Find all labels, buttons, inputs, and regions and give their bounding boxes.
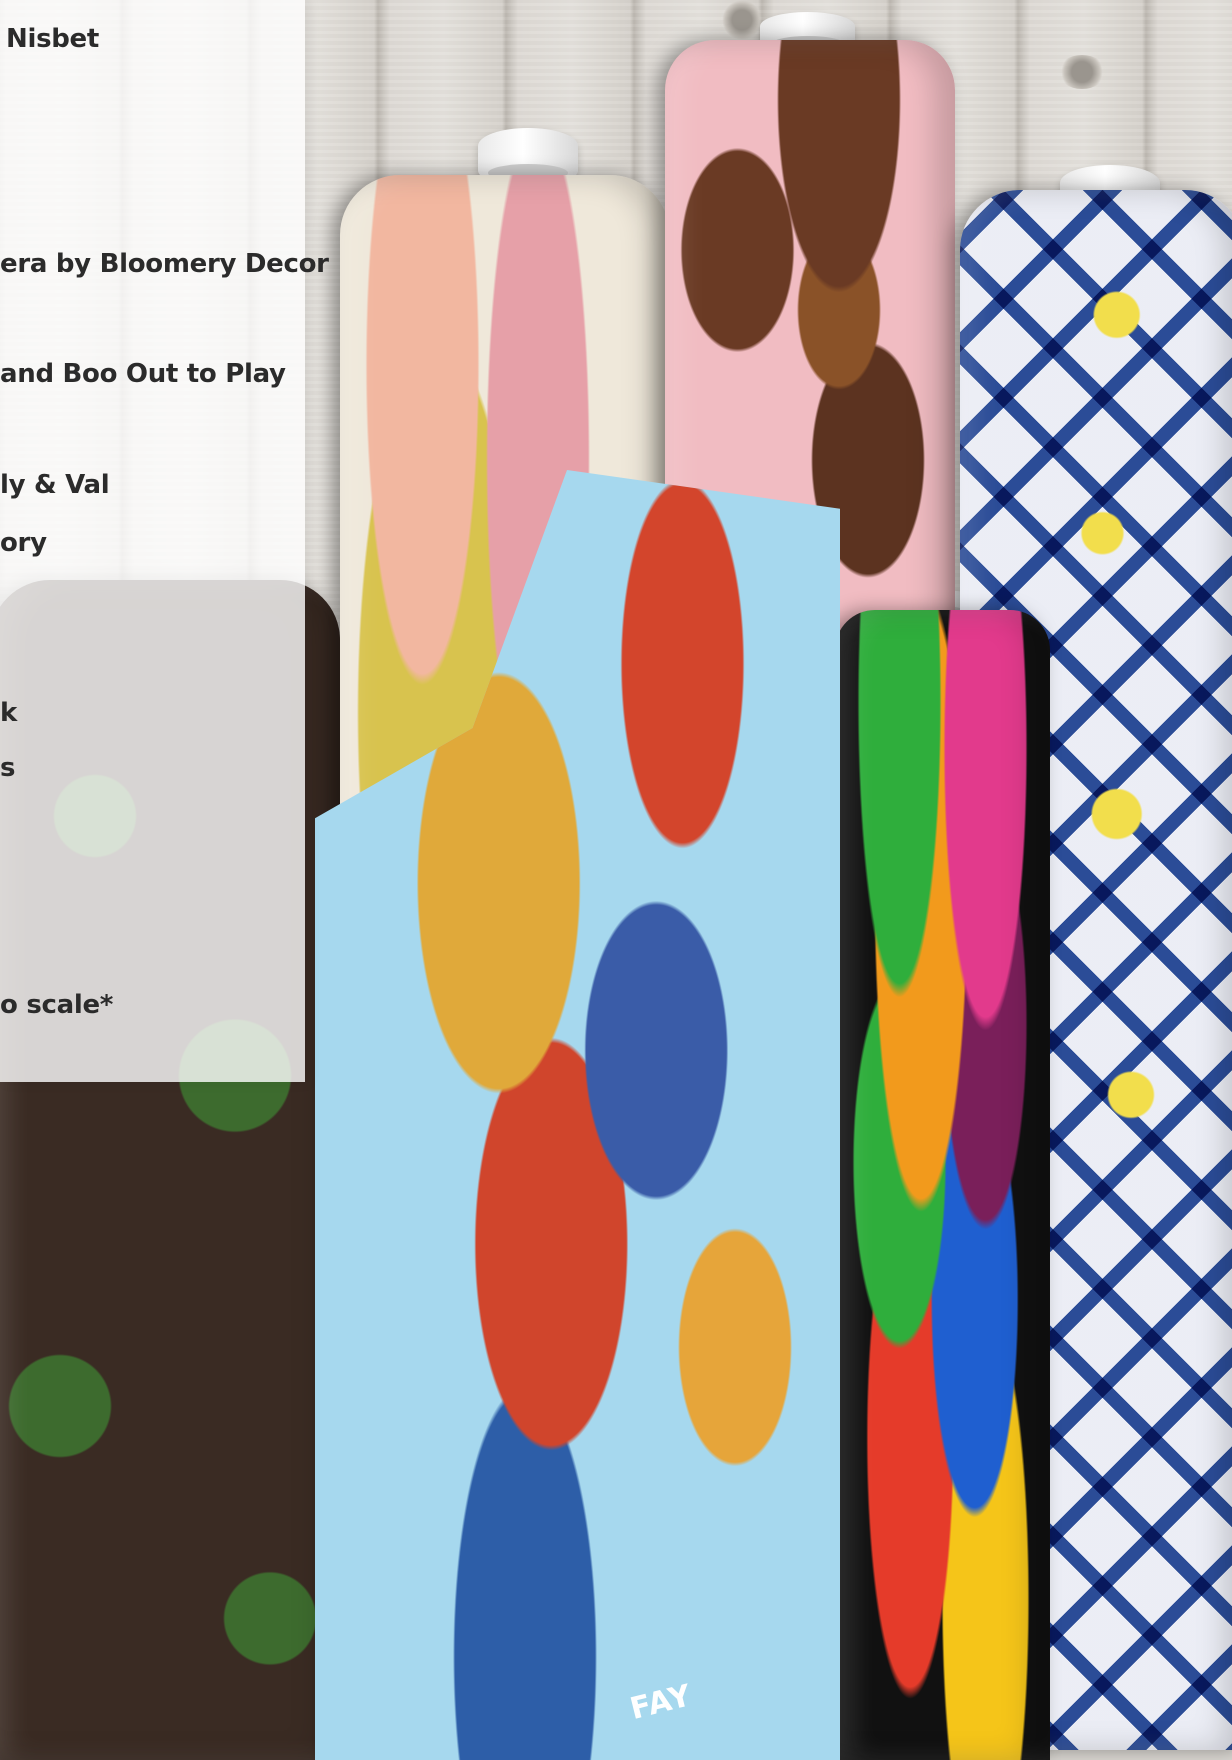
wood-knot: [722, 0, 762, 40]
designer-list-panel: Nisbet era by Bloomery Decor and Boo Out…: [0, 0, 329, 1082]
designer-line: Nisbet: [6, 24, 100, 54]
designer-line: and Boo Out to Play: [0, 359, 286, 389]
designer-line: k: [0, 698, 17, 728]
designer-line: s: [0, 753, 16, 783]
designer-line: ly & Val: [0, 470, 110, 500]
designer-line: era by Bloomery Decor: [0, 249, 329, 279]
scale-note: o scale*: [0, 990, 114, 1020]
fabric-bolt-candy-print[interactable]: [835, 610, 1050, 1760]
designer-line: ory: [0, 528, 47, 558]
wood-knot: [1058, 55, 1106, 89]
